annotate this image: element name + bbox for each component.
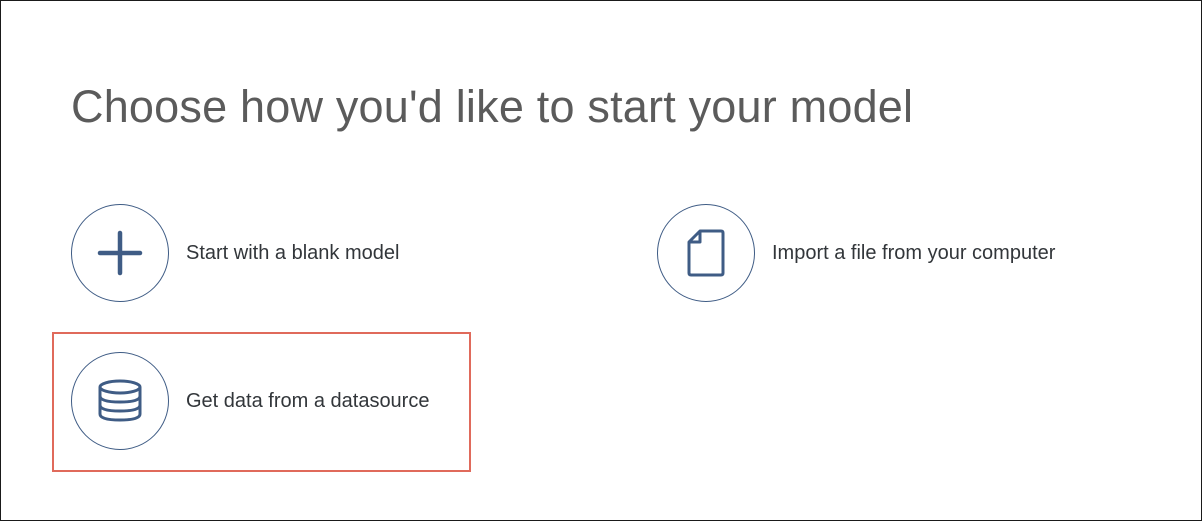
import-file-option[interactable]: Import a file from your computer [657, 204, 1055, 302]
get-data-datasource-option[interactable]: Get data from a datasource [71, 352, 429, 450]
start-blank-model-label[interactable]: Start with a blank model [186, 242, 399, 265]
import-file-label[interactable]: Import a file from your computer [772, 242, 1055, 265]
model-start-panel: Choose how you'd like to start your mode… [0, 0, 1202, 521]
get-data-datasource-label[interactable]: Get data from a datasource [186, 390, 429, 413]
database-icon[interactable] [71, 352, 169, 450]
start-blank-model-option[interactable]: Start with a blank model [71, 204, 399, 302]
document-icon[interactable] [657, 204, 755, 302]
page-title: Choose how you'd like to start your mode… [71, 81, 914, 132]
plus-icon[interactable] [71, 204, 169, 302]
